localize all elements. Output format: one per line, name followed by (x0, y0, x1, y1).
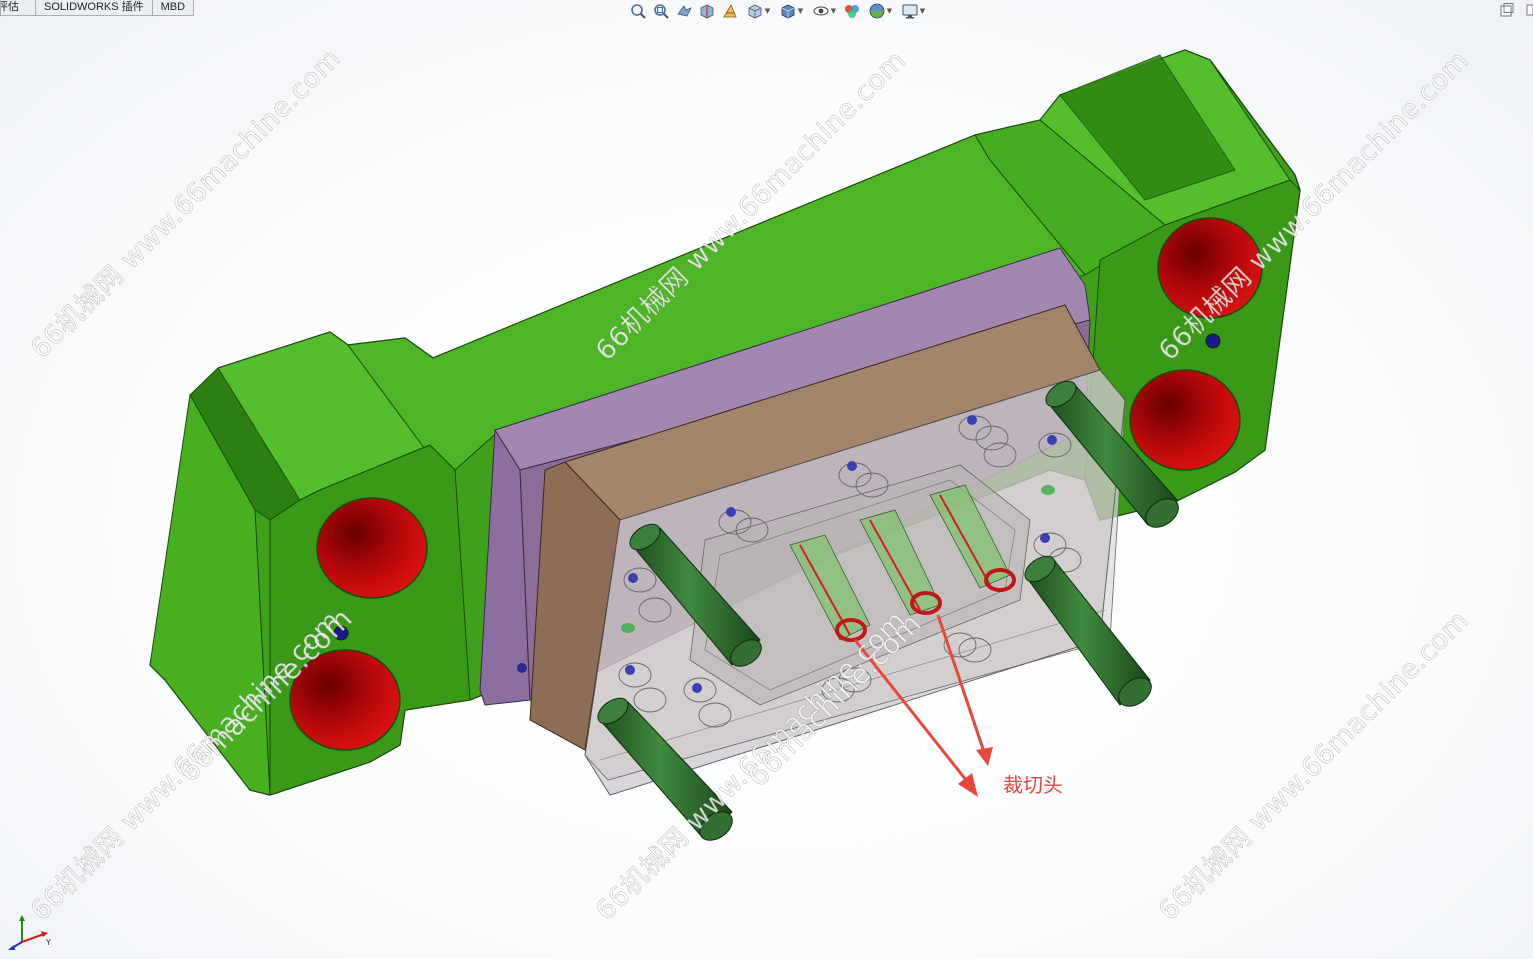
restore-window-icon[interactable] (1499, 2, 1515, 18)
reference-triad-icon: Y (4, 912, 56, 952)
hole (1157, 217, 1263, 319)
edit-appearance-icon[interactable] (842, 1, 862, 21)
view-settings-icon[interactable]: ▼ (898, 1, 928, 21)
heads-up-view-toolbar: ▼ ▼ ▼ ▼ ▼ (628, 0, 928, 22)
screw-hole (1205, 333, 1221, 349)
hide-show-icon[interactable]: ▼ (809, 1, 839, 21)
hole (289, 649, 401, 751)
tab-mbd[interactable]: MBD (151, 0, 195, 16)
apply-scene-icon[interactable]: ▼ (865, 1, 895, 21)
display-style-icon[interactable]: ▼ (776, 1, 806, 21)
zoom-to-fit-icon[interactable] (628, 1, 648, 21)
dynamic-annotation-icon[interactable] (720, 1, 740, 21)
screw-hole (333, 625, 349, 641)
hole (1129, 369, 1241, 471)
svg-text:Y: Y (45, 938, 51, 947)
section-view-icon[interactable] (697, 1, 717, 21)
tab-evaluate[interactable]: 评估 (0, 0, 36, 16)
zoom-area-icon[interactable] (651, 1, 671, 21)
hole (316, 497, 428, 599)
model-viewport[interactable] (0, 0, 1533, 959)
window-edge-icon (1526, 2, 1533, 18)
command-manager-tabs: 评估 SOLIDWORKS 插件 MBD (0, 0, 195, 16)
view-orientation-icon[interactable]: ▼ (743, 1, 773, 21)
tab-solidworks-addins[interactable]: SOLIDWORKS 插件 (35, 0, 153, 16)
previous-view-icon[interactable] (674, 1, 694, 21)
callout-label: 裁切头 (1003, 773, 1063, 797)
